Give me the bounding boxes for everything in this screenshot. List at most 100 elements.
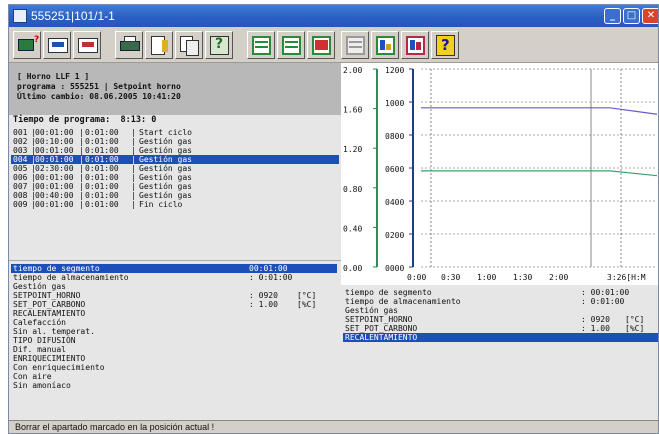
- monitor-query-button[interactable]: ?: [13, 31, 41, 59]
- param-row[interactable]: ENRIQUECIMIENTO: [11, 354, 337, 363]
- left-axis-tick-label: 0.40: [343, 224, 362, 233]
- step-hold-time: 0:01:00: [85, 155, 119, 164]
- program-step-row[interactable]: 001 00:01:00 0:01:00 Start ciclo | | |: [11, 128, 339, 137]
- list-edit-button[interactable]: [277, 31, 305, 59]
- status-bar: Borrar el apartado marcado en la posició…: [9, 420, 658, 433]
- param-label: SET_POT_CARBONO: [13, 300, 86, 309]
- param-row[interactable]: Sin amoníaco: [11, 381, 337, 390]
- main-window: 555251|101/1-1 _ □ ✕ ? ? ? [Horno LLF 1…: [8, 4, 659, 434]
- close-button[interactable]: ✕: [642, 8, 658, 24]
- step-time: 00:40:00: [35, 191, 74, 200]
- left-axis-tick-label: 0.80: [343, 185, 362, 194]
- list-disabled-button[interactable]: [341, 31, 369, 59]
- help-button[interactable]: ?: [431, 31, 459, 59]
- param-value: : 00:01:00: [581, 288, 630, 297]
- step-time: 00:01:00: [35, 173, 74, 182]
- param-row[interactable]: SET_POT_CARBONO: 1.00 [%C]: [343, 324, 658, 333]
- column-separator: |: [79, 164, 84, 173]
- param-label: Con aire: [13, 372, 52, 381]
- x-axis-tick-label: 3:26[H:M: [607, 273, 646, 282]
- param-unit: [°C]: [625, 315, 645, 324]
- param-label: SETPOINT_HORNO: [13, 291, 81, 300]
- title-bar[interactable]: 555251|101/1-1 _ □ ✕: [9, 5, 658, 27]
- program-step-row[interactable]: 009 00:01:00 0:01:00 Fin ciclo | | |: [11, 200, 339, 209]
- param-row[interactable]: SET_POT_CARBONO: 1.00 [%C]: [11, 300, 337, 309]
- program-step-row[interactable]: 006 00:01:00 0:01:00 Gestión gas | | |: [11, 173, 339, 182]
- param-row[interactable]: RECALENTAMIENTO: [343, 333, 658, 342]
- param-label: Gestión gas: [13, 282, 66, 291]
- program-step-row[interactable]: 004 00:01:00 0:01:00 Gestión gas | | |: [11, 155, 339, 164]
- step-number: 007: [13, 182, 28, 191]
- program-step-row[interactable]: 008 00:40:00 0:01:00 Gestión gas | | |: [11, 191, 339, 200]
- step-description: Gestión gas: [139, 155, 192, 164]
- step-hold-time: 0:01:00: [85, 137, 119, 146]
- param-row[interactable]: Gestión gas: [343, 306, 658, 315]
- param-row[interactable]: RECALENTAMIENTO: [11, 309, 337, 318]
- param-value: : 1.00: [581, 324, 610, 333]
- chart-list-button[interactable]: [371, 31, 399, 59]
- copy-button[interactable]: [175, 31, 203, 59]
- param-label: Gestión gas: [345, 306, 398, 315]
- minimize-button[interactable]: _: [604, 8, 621, 24]
- column-separator: |: [131, 182, 136, 191]
- program-chart: 2.00 1.60 1.20 0.80 0.40 0.00 1200 1000 0800 0600…: [341, 63, 658, 285]
- step-hold-time: 0:01:00: [85, 191, 119, 200]
- step-time: 00:01:00: [35, 200, 74, 209]
- list-view-button[interactable]: [247, 31, 275, 59]
- param-row[interactable]: Con enriquecimiento: [11, 363, 337, 372]
- param-row[interactable]: Sin al. temperat.: [11, 327, 337, 336]
- column-separator: |: [31, 200, 36, 209]
- param-row[interactable]: Dif. manual: [11, 345, 337, 354]
- column-separator: |: [31, 146, 36, 155]
- column-separator: |: [31, 191, 36, 200]
- step-hold-time: 0:01:00: [85, 146, 119, 155]
- param-row[interactable]: SETPOINT_HORNO: 0920 [°C]: [343, 315, 658, 324]
- column-separator: |: [31, 137, 36, 146]
- step-number: 002: [13, 137, 28, 146]
- param-row[interactable]: tiempo de segmento 00:01:00: [11, 264, 337, 273]
- temperature-setpoint-line: [421, 107, 658, 115]
- print-button[interactable]: [115, 31, 143, 59]
- list-delete-button[interactable]: [307, 31, 335, 59]
- program-step-row[interactable]: 005 02:30:00 0:01:00 Gestión gas | | |: [11, 164, 339, 173]
- step-description: Gestión gas: [139, 191, 192, 200]
- step-time: 00:01:00: [35, 155, 74, 164]
- column-separator: |: [31, 182, 36, 191]
- param-row[interactable]: tiempo de almacenamiento: 0:01:00: [343, 297, 658, 306]
- printer-icon: [120, 41, 140, 51]
- help-query-button[interactable]: ?: [205, 31, 233, 59]
- column-separator: |: [79, 137, 84, 146]
- column-separator: |: [131, 164, 136, 173]
- maximize-button[interactable]: □: [623, 8, 640, 24]
- param-row[interactable]: SETPOINT_HORNO: 0920 [°C]: [11, 291, 337, 300]
- column-separator: |: [131, 173, 136, 182]
- edit-document-button[interactable]: [145, 31, 173, 59]
- insert-row-button[interactable]: [43, 31, 71, 59]
- param-label: SET_POT_CARBONO: [345, 324, 418, 333]
- param-row[interactable]: tiempo de segmento: 00:01:00: [343, 288, 658, 297]
- param-label: tiempo de almacenamiento: [13, 273, 129, 282]
- step-hold-time: 0:01:00: [85, 173, 119, 182]
- param-row[interactable]: Calefacción: [11, 318, 337, 327]
- param-value: : 0:01:00: [581, 297, 625, 306]
- step-time: 02:30:00: [35, 164, 74, 173]
- segment-params-right: tiempo de segmento: 00:01:00 tiempo de al…: [341, 285, 658, 420]
- delete-row-button[interactable]: [73, 31, 101, 59]
- column-separator: |: [79, 128, 84, 137]
- param-row[interactable]: Gestión gas: [11, 282, 337, 291]
- program-step-row[interactable]: 007 00:01:00 0:01:00 Gestión gas | | |: [11, 182, 339, 191]
- column-separator: |: [31, 128, 36, 137]
- program-step-row[interactable]: 002 00:10:00 0:01:00 Gestión gas | | |: [11, 137, 339, 146]
- program-step-list: Tiempo de programa: 8:13: 0 001 00:01:00 0…: [9, 115, 341, 260]
- program-time-label: Tiempo de programa:: [13, 115, 111, 125]
- program-step-row[interactable]: 003 00:01:00 0:01:00 Gestión gas | | |: [11, 146, 339, 155]
- step-time: 00:01:00: [35, 146, 74, 155]
- param-row[interactable]: tiempo de almacenamiento: 0:01:00: [11, 273, 337, 282]
- step-time: 00:01:00: [35, 182, 74, 191]
- param-row[interactable]: Con aire: [11, 372, 337, 381]
- chart-edit-button[interactable]: [401, 31, 429, 59]
- param-row[interactable]: TIPO DIFUSIÓN: [11, 336, 337, 345]
- param-value: : 0920: [581, 315, 610, 324]
- column-separator: |: [31, 164, 36, 173]
- program-info-panel: [ Horno LLF 1 ] programa : 555251 | Setp…: [9, 63, 341, 115]
